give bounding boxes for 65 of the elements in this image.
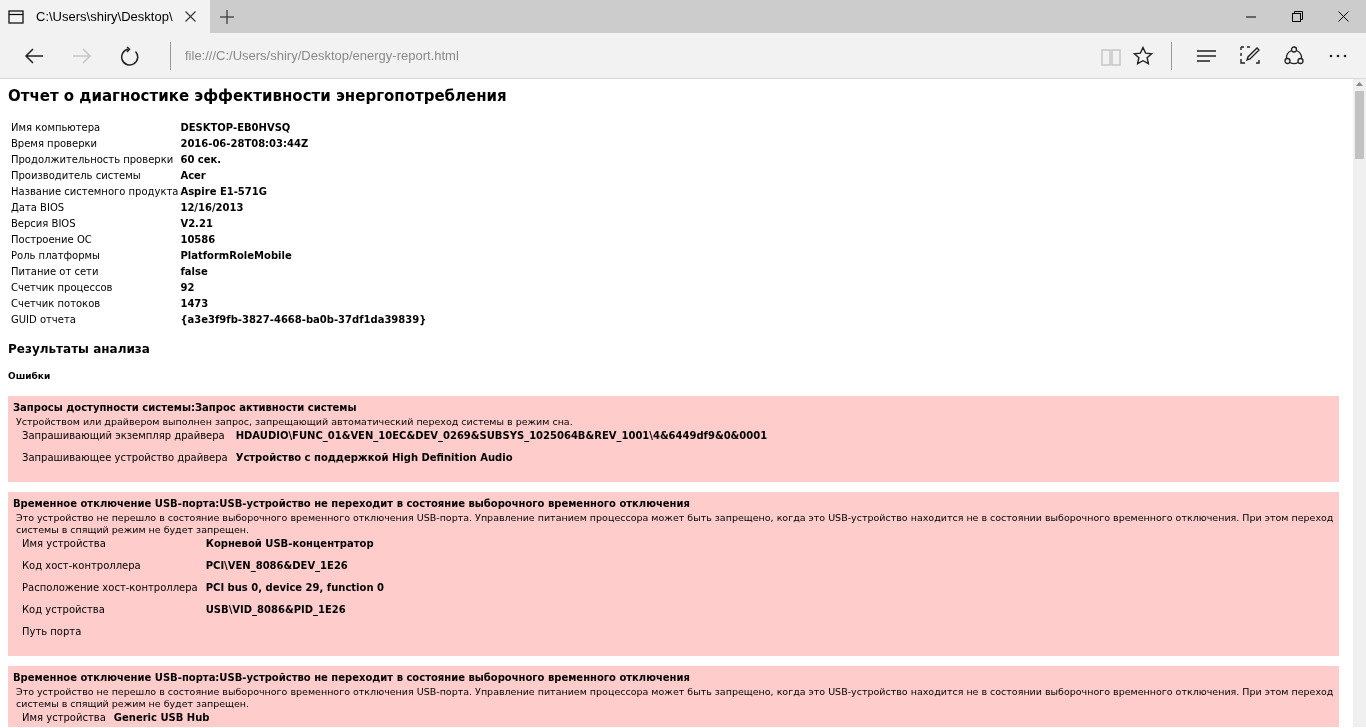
detail-label: Путь порта <box>22 626 82 637</box>
info-label: Продолжительность проверки <box>11 153 174 165</box>
error-description: Устройством или драйвером выполнен запрос, запрещающий автоматический переход системы в режим сна. <box>16 416 574 428</box>
info-label: Роль платформы <box>11 249 100 261</box>
scrollbar-thumb[interactable] <box>1355 91 1364 159</box>
detail-value: Корневой USB-концентратор <box>205 538 374 549</box>
info-label: Питание от сети <box>11 265 99 277</box>
error-title: Временное отключение USB-порта:USB-устройство не переходит в состояние выборочного временного отключения <box>13 671 691 685</box>
info-label: Имя компьютера <box>11 121 101 133</box>
refresh-icon[interactable] <box>120 45 140 66</box>
info-value: {a3e3f9fb-3827-4668-ba0b-37df1da39839} <box>180 313 427 325</box>
info-value: Acer <box>180 169 206 181</box>
star-icon[interactable] <box>1133 45 1153 66</box>
note-pen-icon[interactable] <box>1240 45 1260 66</box>
info-label: Построение ОС <box>11 233 92 245</box>
detail-label: Запрашивающее устройство драйвера <box>22 452 228 463</box>
info-value: DESKTOP-EB0HVSQ <box>180 121 291 133</box>
detail-label: Код хост-контроллера <box>22 560 141 571</box>
info-label: Производитель системы <box>11 169 141 181</box>
close-icon[interactable] <box>184 11 196 22</box>
error-title: Временное отключение USB-порта:USB-устройство не переходит в состояние выборочного временного отключения <box>13 497 691 511</box>
detail-label: Запрашивающий экземпляр драйвера <box>22 430 225 441</box>
tab-title: C:\Users\shiry\Desktop\ <box>36 7 173 26</box>
detail-label: Имя устройства <box>22 538 106 549</box>
report-title: Отчет о диагностике эффективности энергопотребления <box>8 86 508 107</box>
info-label: GUID отчета <box>11 313 76 325</box>
detail-value: PCI\VEN_8086&DEV_1E26 <box>205 560 348 571</box>
info-label: Счетчик процессов <box>11 281 113 293</box>
minimize-icon[interactable] <box>1246 15 1256 18</box>
info-label: Название системного продукта <box>11 185 179 197</box>
browser-tab[interactable]: C:\Users\shiry\Desktop\ <box>0 0 210 33</box>
info-value: Aspire E1-571G <box>180 185 267 197</box>
info-value: PlatformRoleMobile <box>180 249 292 261</box>
info-value: 92 <box>180 281 195 293</box>
info-value: 2016-06-28T08:03:44Z <box>180 137 309 149</box>
detail-value: Generic USB Hub <box>113 712 210 723</box>
restore-icon[interactable] <box>1291 11 1303 22</box>
new-tab-icon[interactable] <box>220 9 234 24</box>
info-value: 60 сек. <box>180 153 222 165</box>
scroll-up-icon[interactable] <box>1356 82 1363 86</box>
close-icon[interactable] <box>1337 11 1349 22</box>
info-label: Версия BIOS <box>11 217 76 229</box>
detail-value: USB\VID_8086&PID_1E26 <box>205 604 346 615</box>
info-label: Дата BIOS <box>11 201 65 213</box>
section-heading: Результаты анализа <box>8 340 151 358</box>
info-value: 10586 <box>180 233 216 245</box>
share-icon[interactable] <box>1284 45 1304 66</box>
info-value: 12/16/2013 <box>180 201 244 213</box>
detail-label: Имя устройства <box>22 712 106 723</box>
error-description: Это устройство не перешло в состояние выборочного временного отключения USB-порта. Управление питанием процессора может быть запрещено, когда это USB-устройство находится не в состоянии выборочного временного отключения. При этом переход системы в спящий режим не будет запрещен. <box>16 512 1334 536</box>
info-label: Счетчик потоков <box>11 297 101 309</box>
subsection-heading: Ошибки <box>8 369 52 383</box>
info-label: Время проверки <box>11 137 98 149</box>
info-value: V2.21 <box>180 217 213 229</box>
detail-value: Устройство с поддержкой High Definition Audio <box>235 452 513 463</box>
error-title: Запросы доступности системы:Запрос активности системы <box>13 401 358 415</box>
info-value: false <box>180 265 208 277</box>
error-description: Это устройство не перешло в состояние выборочного временного отключения USB-порта. Управление питанием процессора может быть запрещено, когда это USB-устройство находится не в состоянии выборочного временного отключения. При этом переход системы в спящий режим не будет запрещен. <box>16 686 1334 710</box>
detail-value: HDAUDIO\FUNC_01&VEN_10EC&DEV_0269&SUBSYS_1025064B&REV_1001\4&6449df9&0&0001 <box>235 430 768 441</box>
detail-label: Расположение хост-контроллера <box>22 582 198 593</box>
detail-label: Код устройства <box>22 604 105 615</box>
info-value: 1473 <box>180 297 209 309</box>
detail-value: PCI bus 0, device 29, function 0 <box>205 582 384 593</box>
page-icon <box>8 9 24 24</box>
scrollbar[interactable] <box>1353 79 1366 727</box>
